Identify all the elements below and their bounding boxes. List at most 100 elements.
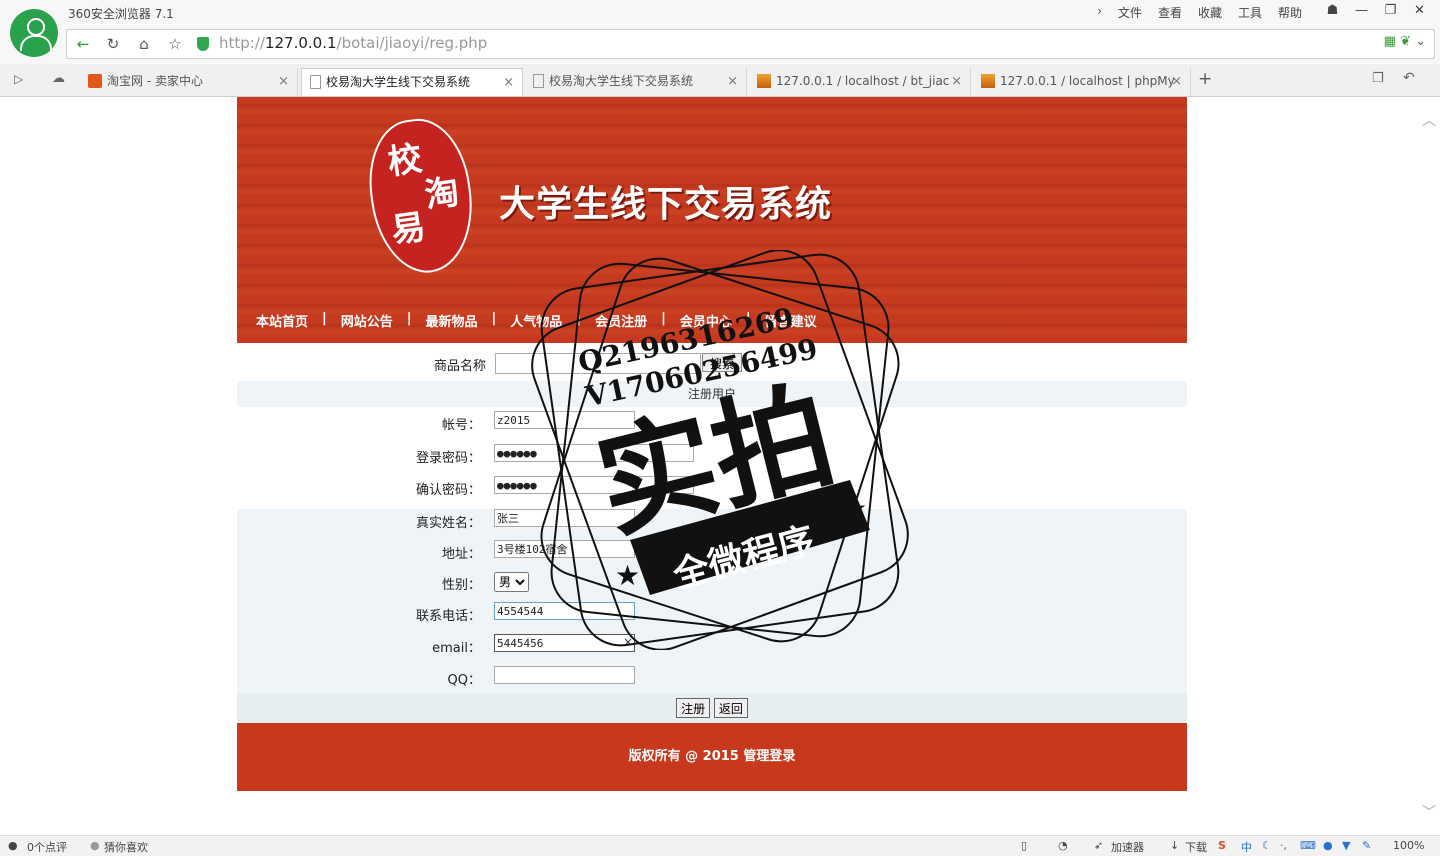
tab-label: 127.0.0.1 / localhost | phpMy xyxy=(1000,74,1175,88)
menu-expand-icon[interactable]: › xyxy=(1089,4,1110,21)
maximize-button[interactable]: ❐ xyxy=(1376,0,1405,22)
gender-select[interactable]: 男 xyxy=(494,572,529,592)
cloud-icon[interactable]: ☁ xyxy=(52,71,65,86)
close-tab-icon[interactable]: × xyxy=(278,68,289,95)
qrcode-icon[interactable]: ▦ xyxy=(1384,34,1396,49)
password-input[interactable] xyxy=(494,444,694,462)
tab-list-icon[interactable]: ❐ xyxy=(1372,71,1384,86)
browser-logo-icon[interactable] xyxy=(10,9,58,57)
tab-phpmyadmin-1[interactable]: 127.0.0.1 / localhost / bt_jiac × xyxy=(749,68,971,96)
realname-input[interactable] xyxy=(494,509,635,527)
keyboard-icon[interactable]: ⌨ xyxy=(1300,839,1316,852)
security-shield-icon[interactable] xyxy=(197,37,209,51)
menu-help[interactable]: 帮助 xyxy=(1270,4,1310,21)
field-password: 登录密码： xyxy=(237,440,1187,470)
leaf-icon[interactable]: ❦ xyxy=(1400,34,1411,49)
search-button[interactable]: 搜索 xyxy=(702,353,742,372)
menu-file[interactable]: 文件 xyxy=(1110,4,1150,21)
address-input[interactable] xyxy=(494,540,635,558)
site-logo-seal[interactable]: 校 淘 易 xyxy=(360,112,482,280)
page-favicon-icon xyxy=(533,74,544,88)
tab-system[interactable]: 校易淘大学生线下交易系统 × xyxy=(525,68,747,96)
address-bar: ← ↻ ⌂ ☆ http://127.0.0.1/botai/jiaoyi/re… xyxy=(66,29,1435,59)
download-icon[interactable]: ↓ xyxy=(1170,839,1179,852)
url-input[interactable]: http://127.0.0.1/botai/jiaoyi/reg.php xyxy=(219,34,487,52)
account-input[interactable] xyxy=(494,411,635,429)
nav-notice[interactable]: 网站公告 xyxy=(334,311,400,330)
status-bar: ● 0个点评 ● 猜你喜欢 ▯ ◔ ➶ 加速器 ↓ 下载 S 中 ☾ ·, ⌨ … xyxy=(0,835,1440,856)
tab-label: 校易淘大学生线下交易系统 xyxy=(549,74,694,88)
minimize-button[interactable]: — xyxy=(1347,0,1376,22)
new-tab-icon[interactable]: + xyxy=(1198,69,1212,89)
site-title: 大学生线下交易系统 xyxy=(499,184,833,225)
submit-register-button[interactable]: 注册 xyxy=(676,698,711,718)
undo-close-icon[interactable]: ↶ xyxy=(1403,70,1415,86)
accelerator-label[interactable]: 加速器 xyxy=(1111,839,1144,855)
skin-icon[interactable]: ☗ xyxy=(1318,0,1347,22)
phone-input[interactable] xyxy=(494,602,635,620)
comments-count[interactable]: 0个点评 xyxy=(27,839,67,855)
tab-reg-page[interactable]: 校易淘大学生线下交易系统 × xyxy=(301,68,523,96)
download-label[interactable]: 下载 xyxy=(1185,839,1207,855)
nav-member[interactable]: 会员中心 xyxy=(673,311,739,330)
wrench-icon[interactable]: ✎ xyxy=(1362,839,1371,852)
field-account: 帐号： xyxy=(237,407,1187,437)
comment-icon[interactable]: ● xyxy=(8,839,18,852)
close-tab-icon[interactable]: × xyxy=(727,68,738,95)
search-input[interactable] xyxy=(495,353,701,374)
nav-register[interactable]: 会员注册 xyxy=(588,311,654,330)
ime-mode[interactable]: 中 xyxy=(1241,839,1252,855)
field-label: 性别： xyxy=(441,578,481,593)
nav-popular[interactable]: 人气物品 xyxy=(503,311,569,330)
phpmyadmin-favicon-icon xyxy=(757,74,771,88)
speed-icon[interactable]: ◔ xyxy=(1058,839,1068,852)
seal-char: 易 xyxy=(388,206,429,252)
guess-like[interactable]: 猜你喜欢 xyxy=(104,839,148,855)
nav-separator: | xyxy=(745,311,751,326)
search-row: 商品名称 搜索 xyxy=(237,343,1187,381)
scroll-down-icon[interactable]: ﹀ xyxy=(1422,802,1436,822)
mobile-icon[interactable]: ▯ xyxy=(1021,839,1027,852)
shirt-icon[interactable]: ▼ xyxy=(1342,839,1350,852)
punctuation-icon[interactable]: ·, xyxy=(1280,839,1287,852)
menu-favorites[interactable]: 收藏 xyxy=(1190,4,1230,21)
clear-input-icon[interactable]: × xyxy=(623,635,633,649)
tab-label: 淘宝网 - 卖家中心 xyxy=(107,74,203,88)
back-button[interactable]: 返回 xyxy=(713,698,748,718)
menu-tools[interactable]: 工具 xyxy=(1230,4,1270,21)
close-tab-icon[interactable]: × xyxy=(951,68,962,95)
email-input[interactable] xyxy=(494,634,635,652)
browser-titlebar: 360安全浏览器 7.1 › 文件 查看 收藏 工具 帮助 ☗ — ❐ ✕ ← … xyxy=(0,0,1440,64)
nav-separator: | xyxy=(661,311,666,326)
scroll-up-icon[interactable]: ︿ xyxy=(1422,110,1436,130)
close-tab-icon[interactable]: × xyxy=(1171,68,1182,95)
tab-phpmyadmin-2[interactable]: 127.0.0.1 / localhost | phpMy × xyxy=(973,68,1191,96)
confirm-password-input[interactable] xyxy=(494,476,694,494)
sogou-ime-icon[interactable]: S xyxy=(1218,839,1226,852)
menu-view[interactable]: 查看 xyxy=(1150,4,1190,21)
back-icon[interactable]: ← xyxy=(71,32,95,56)
user-icon[interactable]: ● xyxy=(1323,839,1333,852)
favorite-star-icon[interactable]: ☆ xyxy=(163,32,187,56)
nav-home[interactable]: 本站首页 xyxy=(249,311,315,330)
home-icon[interactable]: ⌂ xyxy=(132,32,156,56)
guess-icon: ● xyxy=(90,839,100,852)
nav-latest[interactable]: 最新物品 xyxy=(419,311,485,330)
chevron-down-icon[interactable]: ⌄ xyxy=(1415,34,1426,49)
refresh-icon[interactable]: ↻ xyxy=(101,32,125,56)
qq-input[interactable] xyxy=(494,666,635,684)
field-gender: 性别： 男 xyxy=(237,567,1187,597)
close-tab-icon[interactable]: × xyxy=(503,69,514,96)
page-favicon-icon xyxy=(310,75,321,89)
form-buttons: 注册 返回 xyxy=(237,694,1187,723)
browser-menu: › 文件 查看 收藏 工具 帮助 xyxy=(1089,4,1310,21)
nav-feedback[interactable]: 留言建议 xyxy=(758,311,824,330)
site-nav: 本站首页 | 网站公告 | 最新物品 | 人气物品 | 会员注册 | 会员中心 | 留言建议 xyxy=(249,311,824,330)
moon-icon[interactable]: ☾ xyxy=(1262,839,1272,852)
sidebar-toggle-icon[interactable]: ▷ xyxy=(14,72,23,86)
zoom-level[interactable]: 100% xyxy=(1393,839,1424,852)
rocket-icon[interactable]: ➶ xyxy=(1094,839,1103,852)
tab-label: 校易淘大学生线下交易系统 xyxy=(326,75,471,89)
tab-taobao[interactable]: 淘宝网 - 卖家中心 × xyxy=(80,68,298,96)
close-window-button[interactable]: ✕ xyxy=(1405,0,1434,22)
